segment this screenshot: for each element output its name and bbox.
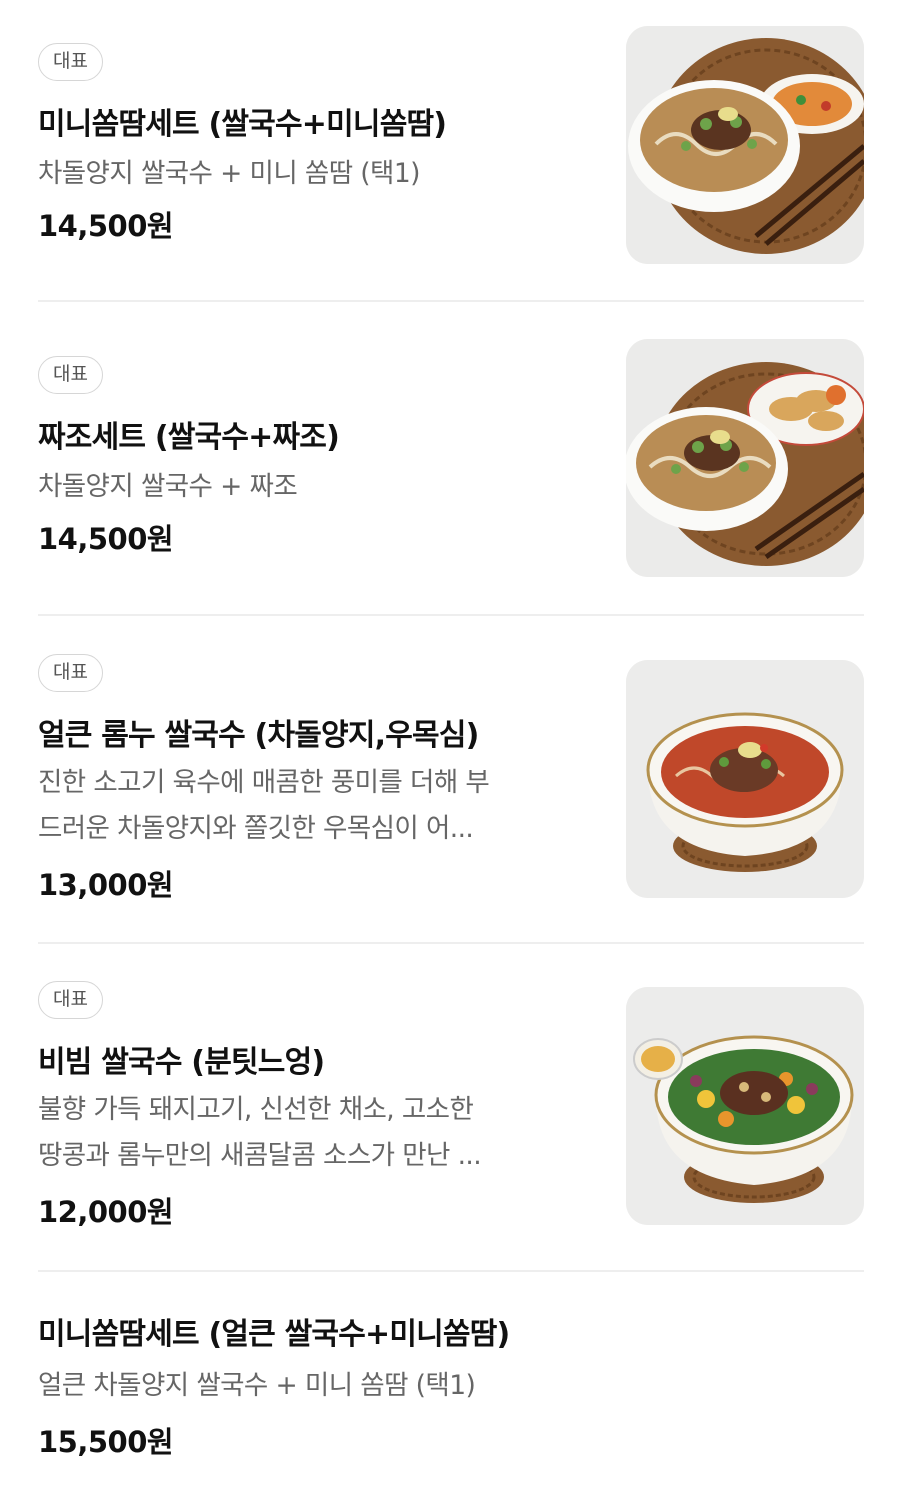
menu-item-bun-thit-nuong[interactable]: 대표 비빔 쌀국수 (분팃느엉) 불향 가득 돼지고기, 신선한 채소, 고소한…	[38, 981, 864, 1251]
menu-item-price: 12,000원	[38, 1195, 174, 1229]
menu-item-description: 차돌양지 쌀국수 + 미니 쏨땀 (택1)	[38, 151, 598, 197]
signature-badge: 대표	[38, 981, 103, 1019]
menu-item-chazo-set[interactable]: 대표 짜조세트 (쌀국수+짜조) 차돌양지 쌀국수 + 짜조 14,500원	[38, 339, 864, 578]
menu-item-mini-somtam-set[interactable]: 대표 미니쏨땀세트 (쌀국수+미니쏨땀) 차돌양지 쌀국수 + 미니 쏨땀 (택…	[38, 26, 864, 265]
menu-item-price: 14,500원	[38, 209, 174, 243]
menu-item-price: 13,000원	[38, 868, 174, 902]
menu-item-name: 얼큰 롬누 쌀국수 (차돌양지,우목심)	[38, 718, 479, 753]
menu-item-spicy-romnu-pho[interactable]: 대표 얼큰 롬누 쌀국수 (차돌양지,우목심) 진한 소고기 육수에 매콤한 풍…	[38, 654, 864, 924]
menu-item-photo	[626, 660, 864, 898]
menu-item-description: 진한 소고기 육수에 매콤한 풍미를 더해 부 드러운 차돌양지와 쫄깃한 우목…	[38, 760, 598, 852]
divider	[38, 942, 864, 944]
menu-item-spicy-mini-somtam-set[interactable]: 미니쏨땀세트 (얼큰 쌀국수+미니쏨땀) 얼큰 차돌양지 쌀국수 + 미니 쏨땀…	[38, 1309, 864, 1469]
menu-item-photo	[626, 987, 864, 1225]
description-line: 드러운 차돌양지와 쫄깃한 우목심이 어...	[38, 813, 474, 844]
menu-item-photo	[626, 339, 864, 577]
menu-item-name: 미니쏨땀세트 (쌀국수+미니쏨땀)	[38, 107, 447, 142]
signature-badge: 대표	[38, 43, 103, 81]
menu-item-description: 불향 가득 돼지고기, 신선한 채소, 고소한 땅콩과 롬누만의 새콤달콤 소스…	[38, 1087, 598, 1179]
menu-item-price: 14,500원	[38, 522, 174, 556]
menu-item-description: 얼큰 차돌양지 쌀국수 + 미니 쏨땀 (택1)	[38, 1363, 738, 1409]
description-line: 불향 가득 돼지고기, 신선한 채소, 고소한	[38, 1094, 474, 1125]
menu-item-name: 짜조세트 (쌀국수+짜조)	[38, 420, 340, 455]
menu-item-name: 미니쏨땀세트 (얼큰 쌀국수+미니쏨땀)	[38, 1317, 510, 1352]
description-line: 땅콩과 롬누만의 새콤달콤 소스가 만난 ...	[38, 1140, 482, 1171]
menu-item-description: 차돌양지 쌀국수 + 짜조	[38, 464, 598, 510]
description-line: 차돌양지 쌀국수 + 짜조	[38, 471, 298, 502]
divider	[38, 1270, 864, 1272]
divider	[38, 300, 864, 302]
description-line: 얼큰 차돌양지 쌀국수 + 미니 쏨땀 (택1)	[38, 1370, 476, 1401]
description-line: 차돌양지 쌀국수 + 미니 쏨땀 (택1)	[38, 158, 420, 189]
divider	[38, 614, 864, 616]
menu-item-name: 비빔 쌀국수 (분팃느엉)	[38, 1045, 325, 1080]
menu-item-price: 15,500원	[38, 1425, 174, 1459]
signature-badge: 대표	[38, 654, 103, 692]
signature-badge: 대표	[38, 356, 103, 394]
description-line: 진한 소고기 육수에 매콤한 풍미를 더해 부	[38, 767, 490, 798]
menu-item-photo	[626, 26, 864, 264]
